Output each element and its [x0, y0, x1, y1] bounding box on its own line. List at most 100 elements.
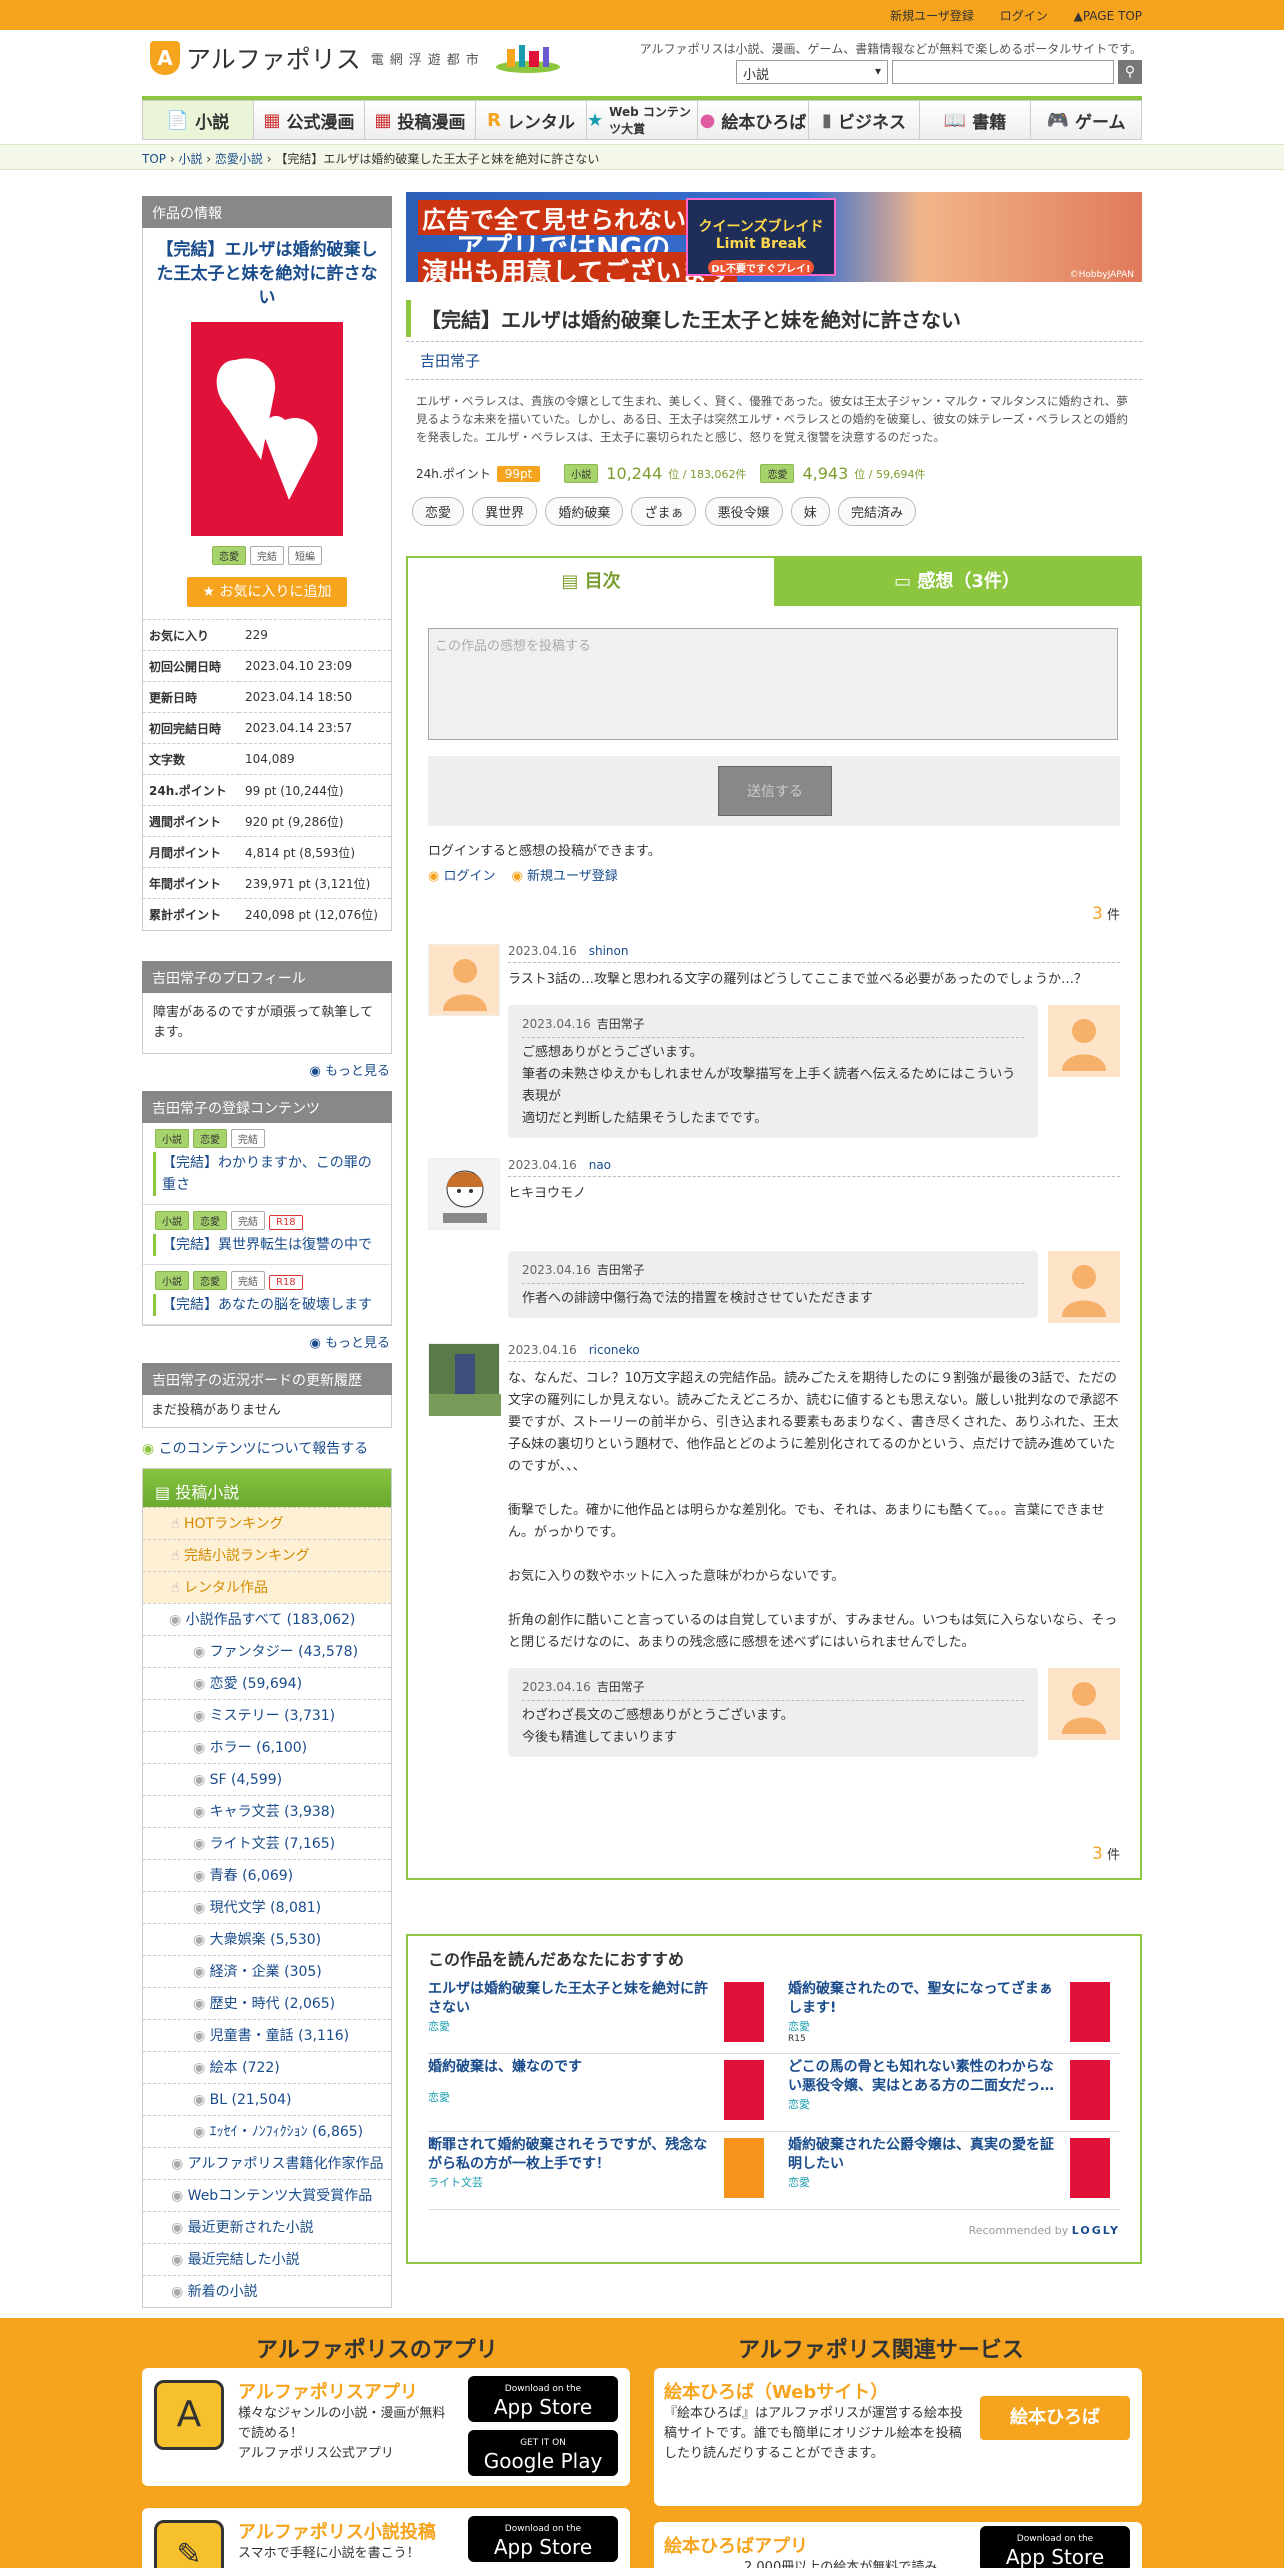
avatar[interactable] — [428, 1343, 501, 1416]
tag-link[interactable]: 悪役令嬢 — [704, 497, 783, 526]
ad-banner[interactable]: 広告で全て見せられないのですが アプリではNGの 演出も用意してございます クイ… — [406, 192, 1142, 282]
app-store-button[interactable]: Download on the App Store — [468, 2376, 618, 2422]
app-store-button[interactable]: Download on the App Store — [468, 2516, 618, 2562]
page-top-link[interactable]: ▲PAGE TOP — [1074, 9, 1142, 23]
search-input[interactable] — [892, 60, 1114, 84]
nav-games[interactable]: 🎮 ゲーム — [1031, 100, 1142, 140]
category-item[interactable]: ◉ Webコンテンツ大賞受賞作品 — [143, 2178, 391, 2211]
rec-title[interactable]: どこの馬の骨とも知れない素性のわからない悪役令嬢、実はとある方の二面女だっ… — [788, 2058, 1060, 2096]
tag-link[interactable]: 異世界 — [472, 497, 538, 526]
nav-ehon-hiroba[interactable]: ● 絵本ひろば — [698, 100, 809, 140]
send-button[interactable]: 送信する — [718, 766, 832, 816]
signup-link[interactable]: 新規ユーザ登録 — [890, 9, 974, 23]
avatar[interactable] — [428, 1158, 500, 1230]
ehon-hiroba-button[interactable]: 絵本ひろば — [980, 2396, 1130, 2440]
rec-thumbnail[interactable] — [1070, 2060, 1110, 2120]
login-link[interactable]: ログイン — [428, 869, 496, 884]
rec-thumbnail[interactable] — [1070, 1982, 1110, 2042]
search-icon[interactable]: ⚲ — [1118, 60, 1142, 84]
registered-more-link[interactable]: ◉ もっと見る — [142, 1326, 392, 1357]
rec-thumbnail[interactable] — [724, 2060, 764, 2120]
rec-thumbnail[interactable] — [724, 1982, 764, 2042]
registered-item-link[interactable]: 【完結】わかりますか、この罪の重さ — [153, 1151, 381, 1196]
list-item[interactable]: 婚約破棄された公爵令嬢は、真実の愛を証明したい 恋愛 — [774, 2132, 1120, 2210]
category-item[interactable]: ◉ 児童書・童話 (3,116) — [143, 2018, 391, 2051]
nav-rental[interactable]: R レンタル — [476, 100, 587, 140]
category-item[interactable]: ◉ 恋愛 (59,694) — [143, 1666, 391, 1699]
category-item[interactable]: ◉ BL (21,504) — [143, 2082, 391, 2115]
list-item[interactable]: どこの馬の骨とも知れない素性のわからない悪役令嬢、実はとある方の二面女だっ… 恋愛 — [774, 2054, 1120, 2132]
category-item[interactable]: ◉ 絵本 (722) — [143, 2050, 391, 2083]
nav-posted-manga[interactable]: ▦ 投稿漫画 — [365, 100, 476, 140]
rec-title[interactable]: 婚約破棄は、嫌なのです — [428, 2058, 714, 2077]
login-link[interactable]: ログイン — [1000, 9, 1048, 23]
signup-link[interactable]: 新規ユーザ登録 — [512, 869, 618, 884]
category-item[interactable]: ◉ アルファポリス書籍化作家作品 — [143, 2146, 391, 2179]
category-item[interactable]: ◉ ライト文芸 (7,165) — [143, 1826, 391, 1859]
category-item[interactable]: ◉ ファンタジー (43,578) — [143, 1634, 391, 1667]
report-link[interactable]: このコンテンツについて報告する — [142, 1428, 392, 1468]
registered-item-link[interactable]: 【完結】あなたの脳を破壊します — [153, 1293, 381, 1316]
search-category-select[interactable]: 小説 — [736, 60, 888, 84]
nav-novel[interactable]: 📄 小説 — [142, 100, 254, 140]
app-card-novel-post[interactable]: ✎ アルファポリス小説投稿 スマホで手軽に小説を書こう！ Download on… — [142, 2508, 630, 2568]
comment-textarea[interactable]: この作品の感想を投稿する — [428, 628, 1118, 740]
tag-link[interactable]: 婚約破棄 — [545, 497, 624, 526]
breadcrumb-romance[interactable]: 恋愛小説 — [215, 152, 263, 166]
nav-business[interactable]: ▮ ビジネス — [809, 100, 920, 140]
comment-user[interactable]: riconeko — [589, 1343, 640, 1357]
category-item[interactable]: ◉ 小説作品すべて (183,062) — [143, 1602, 391, 1635]
nav-official-manga[interactable]: ▦ 公式漫画 — [254, 100, 365, 140]
tab-toc[interactable]: ▤ 目次 — [408, 558, 774, 606]
rec-title[interactable]: エルザは婚約破棄した王太子と妹を絶対に許さない — [428, 1980, 714, 2018]
category-item[interactable]: ◉ キャラ文芸 (3,938) — [143, 1794, 391, 1827]
list-item[interactable]: 婚約破棄は、嫌なのです 恋愛 — [428, 2054, 774, 2132]
list-item[interactable]: エルザは婚約破棄した王太子と妹を絶対に許さない 恋愛 — [428, 1976, 774, 2054]
category-item[interactable]: ◉ ｴｯｾｲ・ﾉﾝﾌｨｸｼｮﾝ (6,865) — [143, 2114, 391, 2147]
author-link[interactable]: 吉田常子 — [406, 341, 1142, 380]
app-card-alphapolis[interactable]: A アルファポリスアプリ 様々なジャンルの小説・漫画が無料で読める！ アルファポ… — [142, 2368, 630, 2486]
category-item[interactable]: ☝ HOTランキング — [143, 1506, 391, 1539]
category-item[interactable]: ◉ 現代文学 (8,081) — [143, 1890, 391, 1923]
profile-more-link[interactable]: ◉ もっと見る — [142, 1054, 392, 1085]
work-title-link[interactable]: 【完結】エルザは婚約破棄した王太子と妹を絶対に許さない — [143, 228, 391, 314]
rec-title[interactable]: 婚約破棄されたので、聖女になってざまぁします! — [788, 1980, 1060, 2018]
comment-user[interactable]: shinon — [589, 944, 629, 958]
google-play-button[interactable]: GET IT ON Google Play — [468, 2430, 618, 2476]
category-item[interactable]: ◉ 大衆娯楽 (5,530) — [143, 1922, 391, 1955]
cover-image[interactable] — [191, 322, 343, 536]
category-item[interactable]: ☝ レンタル作品 — [143, 1570, 391, 1603]
registered-item-link[interactable]: 【完結】異世界転生は復讐の中で — [153, 1233, 381, 1256]
tag-link[interactable]: ざまぁ — [631, 497, 697, 526]
tag-link[interactable]: 完結済み — [837, 497, 916, 526]
rec-title[interactable]: 婚約破棄された公爵令嬢は、真実の愛を証明したい — [788, 2136, 1060, 2174]
app-store-button[interactable]: Download on the App Store — [980, 2526, 1130, 2568]
breadcrumb-novel[interactable]: 小説 — [178, 152, 202, 166]
category-item[interactable]: ◉ 青春 (6,069) — [143, 1858, 391, 1891]
category-item[interactable]: ◉ ホラー (6,100) — [143, 1730, 391, 1763]
category-item[interactable]: ◉ 経済・企業 (305) — [143, 1954, 391, 1987]
logo[interactable]: A アルファポリス 電網浮遊都市 — [150, 40, 563, 76]
logly-logo[interactable]: LOGLY — [1072, 2224, 1120, 2237]
rec-thumbnail[interactable] — [1070, 2138, 1110, 2198]
rec-thumbnail[interactable] — [724, 2138, 764, 2198]
list-item[interactable]: 婚約破棄されたので、聖女になってざまぁします! 恋愛 R15 — [774, 1976, 1120, 2054]
add-favorite-button[interactable]: ★ お気に入りに追加 — [187, 577, 347, 607]
category-item[interactable]: ◉ 最近更新された小説 — [143, 2210, 391, 2243]
category-item[interactable]: ◉ 最近完結した小説 — [143, 2242, 391, 2275]
category-item[interactable]: ◉ SF (4,599) — [143, 1762, 391, 1795]
category-item[interactable]: ☝ 完結小説ランキング — [143, 1538, 391, 1571]
category-item[interactable]: ◉ 新着の小説 — [143, 2274, 391, 2307]
category-item[interactable]: ◉ 歴史・時代 (2,065) — [143, 1986, 391, 2019]
rec-title[interactable]: 断罪されて婚約破棄されそうですが、残念ながら私の方が一枚上手です！ — [428, 2136, 714, 2174]
tab-comments[interactable]: ▭ 感想（3件） — [774, 558, 1140, 606]
category-item[interactable]: ◉ ミステリー (3,731) — [143, 1698, 391, 1731]
comment-user[interactable]: nao — [589, 1158, 611, 1172]
list-item[interactable]: 断罪されて婚約破棄されそうですが、残念ながら私の方が一枚上手です！ ライト文芸 — [428, 2132, 774, 2210]
tag-link[interactable]: 妹 — [790, 497, 830, 526]
nav-web-contents-award[interactable]: ★ Web コンテンツ大賞 — [587, 100, 698, 140]
avatar[interactable] — [428, 944, 500, 1016]
tag-link[interactable]: 恋愛 — [412, 497, 465, 526]
nav-books[interactable]: 📖 書籍 — [920, 100, 1031, 140]
breadcrumb-top[interactable]: TOP — [142, 152, 166, 166]
